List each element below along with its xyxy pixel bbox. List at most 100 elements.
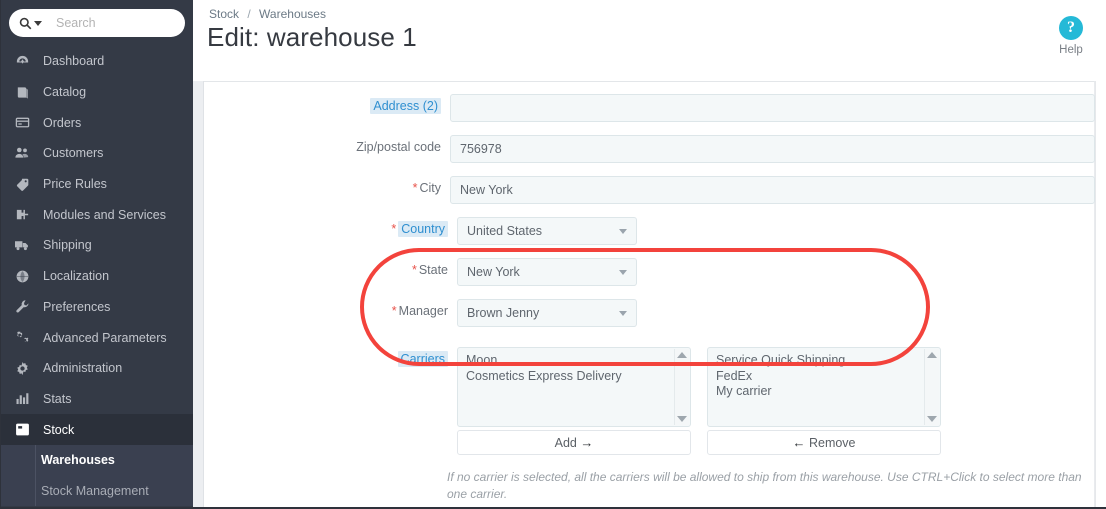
state-label-text: State bbox=[418, 263, 448, 277]
sidebar-item-label: Orders bbox=[43, 115, 82, 130]
zip-input[interactable] bbox=[450, 135, 1095, 163]
sidebar-item-shipping[interactable]: Shipping bbox=[1, 230, 193, 261]
search-icon bbox=[19, 17, 32, 30]
sidebar-item-localization[interactable]: Localization bbox=[1, 261, 193, 292]
selected-scrollbar[interactable] bbox=[924, 349, 939, 425]
sidebar: Dashboard Catalog bbox=[1, 0, 219, 507]
search-scope-chevron-down-icon[interactable] bbox=[34, 20, 42, 26]
tag-icon bbox=[11, 177, 33, 192]
manager-select[interactable]: Brown Jenny bbox=[457, 299, 637, 327]
address-label-text: Address (2) bbox=[370, 98, 441, 114]
truck-icon bbox=[11, 237, 33, 253]
list-item[interactable]: Cosmetics Express Delivery bbox=[466, 369, 690, 385]
help-label: Help bbox=[1059, 44, 1083, 56]
remove-button[interactable]: ← Remove bbox=[707, 430, 941, 455]
help-button[interactable]: ? Help bbox=[1047, 16, 1095, 56]
carriers-available-listbox[interactable]: Moon Cosmetics Express Delivery bbox=[457, 347, 691, 427]
breadcrumb-parent[interactable]: Stock bbox=[209, 7, 239, 21]
scroll-up-icon[interactable] bbox=[677, 352, 687, 358]
scroll-down-icon[interactable] bbox=[927, 416, 937, 422]
carriers-label: Carriers bbox=[204, 347, 457, 367]
state-label: * State bbox=[204, 258, 457, 277]
sidebar-item-label: Shipping bbox=[43, 238, 92, 253]
field-row-country: * Country United States bbox=[204, 217, 1095, 245]
sidebar-item-dashboard[interactable]: Dashboard bbox=[1, 46, 193, 77]
sidebar-item-label: Modules and Services bbox=[43, 207, 166, 222]
state-select-value: New York bbox=[467, 265, 520, 279]
pane-right-divider bbox=[1095, 81, 1096, 507]
breadcrumb-current[interactable]: Warehouses bbox=[259, 7, 326, 21]
content-pane: Stock / Warehouses Edit: warehouse 1 ? H… bbox=[193, 0, 1106, 507]
sidebar-item-label: Stock bbox=[43, 422, 75, 437]
list-item[interactable]: FedEx bbox=[716, 369, 940, 385]
list-item[interactable]: Moon bbox=[466, 353, 690, 369]
breadcrumb-separator: / bbox=[247, 7, 251, 21]
available-scrollbar[interactable] bbox=[674, 349, 689, 425]
warehouse-edit-form: Address (2) Zip/postal code *City bbox=[204, 81, 1095, 507]
field-row-address: Address (2) bbox=[204, 94, 1095, 122]
manager-label: * Manager bbox=[204, 299, 457, 318]
field-row-city: * City bbox=[204, 176, 1095, 204]
search-box[interactable] bbox=[9, 9, 219, 37]
sidebar-subitem-warehouses[interactable]: Warehouses bbox=[1, 444, 193, 476]
carriers-selected-listbox[interactable]: Service Quick Shipping FedEx My carrier bbox=[707, 347, 941, 427]
carriers-hint-text: If no carrier is selected, all the carri… bbox=[447, 470, 1082, 501]
scroll-up-icon[interactable] bbox=[927, 352, 937, 358]
manager-select-value: Brown Jenny bbox=[467, 306, 540, 320]
country-label: * Country bbox=[204, 217, 457, 237]
hint-spacer bbox=[204, 469, 447, 474]
carriers-available-column: Moon Cosmetics Express Delivery Add → bbox=[457, 347, 691, 455]
sidebar-submenu-stock: Warehouses Stock Management bbox=[1, 444, 193, 506]
add-button[interactable]: Add → bbox=[457, 430, 691, 455]
puzzle-icon bbox=[11, 207, 33, 222]
chevron-down-icon bbox=[619, 229, 627, 234]
state-select[interactable]: New York bbox=[457, 258, 637, 286]
sidebar-item-stats[interactable]: Stats bbox=[1, 384, 193, 415]
country-select[interactable]: United States bbox=[457, 217, 637, 245]
city-label: * City bbox=[204, 176, 450, 195]
list-item[interactable]: Service Quick Shipping bbox=[716, 353, 940, 369]
required-marker: * bbox=[411, 263, 417, 277]
scroll-down-icon[interactable] bbox=[677, 416, 687, 422]
zip-label-text: Zip/postal code bbox=[356, 140, 441, 154]
required-marker: * bbox=[391, 222, 397, 236]
sidebar-item-orders[interactable]: Orders bbox=[1, 107, 193, 138]
list-item[interactable]: My carrier bbox=[716, 384, 940, 400]
page-title: Edit: warehouse 1 bbox=[207, 22, 417, 52]
globe-icon bbox=[11, 269, 33, 284]
gears-icon bbox=[11, 330, 33, 346]
sidebar-item-label: Advanced Parameters bbox=[43, 330, 167, 345]
sidebar-item-preferences[interactable]: Preferences bbox=[1, 292, 193, 323]
sidebar-item-administration[interactable]: Administration bbox=[1, 353, 193, 384]
sidebar-item-customers[interactable]: Customers bbox=[1, 138, 193, 169]
required-marker: * bbox=[391, 304, 397, 318]
book-icon bbox=[11, 85, 33, 100]
sidebar-item-modules-and-services[interactable]: Modules and Services bbox=[1, 199, 193, 230]
sidebar-item-label: Stats bbox=[43, 391, 72, 406]
sidebar-item-price-rules[interactable]: Price Rules bbox=[1, 169, 193, 200]
sidebar-item-advanced-parameters[interactable]: Advanced Parameters bbox=[1, 322, 193, 353]
sidebar-item-catalog[interactable]: Catalog bbox=[1, 77, 193, 108]
sidebar-item-stock[interactable]: Stock bbox=[1, 414, 193, 445]
wrench-icon bbox=[11, 299, 33, 314]
sidebar-item-label: Localization bbox=[43, 269, 110, 284]
carriers-dual-list: Moon Cosmetics Express Delivery Add → Se… bbox=[457, 347, 1095, 455]
sidebar-subitem-stock-management[interactable]: Stock Management bbox=[1, 475, 193, 506]
country-label-text: Country bbox=[398, 221, 448, 237]
sidebar-item-label: Price Rules bbox=[43, 177, 107, 192]
page-header: Stock / Warehouses Edit: warehouse 1 ? H… bbox=[193, 0, 1106, 81]
sidebar-subitem-label: Warehouses bbox=[41, 453, 115, 468]
sidebar-nav: Dashboard Catalog Orders Customers Price… bbox=[1, 46, 193, 506]
card-icon bbox=[11, 115, 33, 130]
address-label: Address (2) bbox=[204, 94, 450, 114]
sidebar-item-label: Preferences bbox=[43, 299, 111, 314]
stock-icon bbox=[11, 422, 33, 437]
address-input[interactable] bbox=[450, 94, 1095, 122]
city-input[interactable] bbox=[450, 176, 1095, 204]
dashboard-icon bbox=[11, 54, 33, 69]
field-row-zip: Zip/postal code bbox=[204, 135, 1095, 163]
field-row-carriers-hint: If no carrier is selected, all the carri… bbox=[204, 469, 1095, 503]
arrow-right-icon: → bbox=[580, 435, 594, 450]
add-button-label: Add bbox=[554, 435, 577, 450]
question-circle-icon: ? bbox=[1059, 16, 1083, 40]
